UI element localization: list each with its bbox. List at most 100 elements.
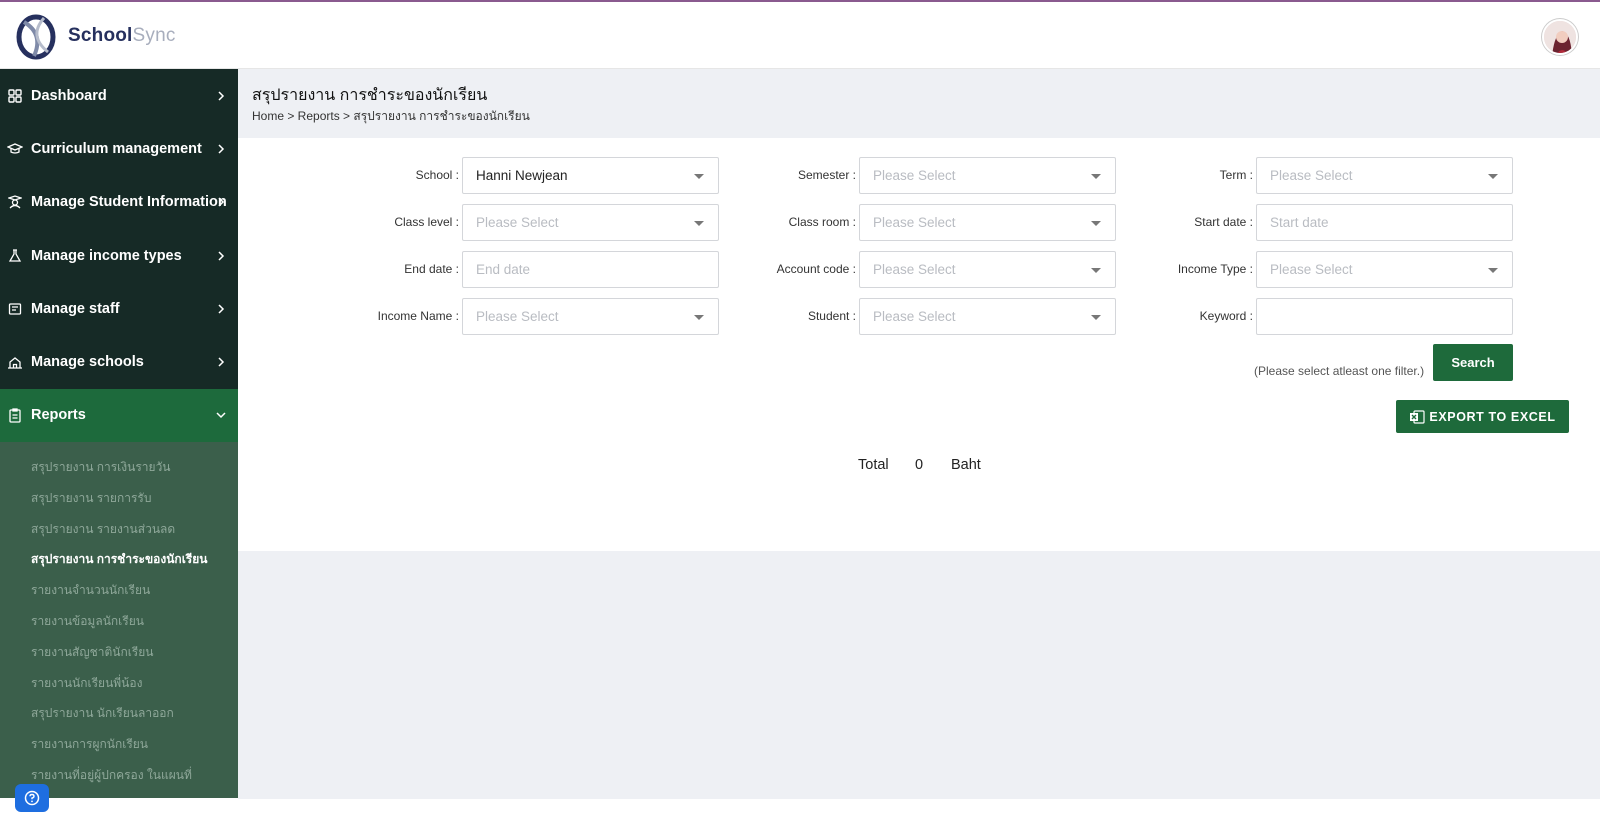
dropdown-caret-icon xyxy=(1091,268,1101,273)
sidebar-item-label: Manage Student Information xyxy=(31,194,227,211)
filter-hint: (Please select atleast one filter.) xyxy=(1254,364,1425,378)
chevron-right-icon xyxy=(218,144,225,154)
report-link-discounts[interactable]: สรุปรายงาน รายงานส่วนลด xyxy=(0,514,238,545)
report-link-student-nationality[interactable]: รายงานสัญชาตินักเรียน xyxy=(0,637,238,668)
semester-placeholder: Please Select xyxy=(873,168,956,183)
keyword-label: Keyword : xyxy=(1199,309,1253,323)
help-button[interactable] xyxy=(15,784,49,812)
end-date-input[interactable]: End date xyxy=(462,251,719,288)
sidebar-item-label: Reports xyxy=(31,407,86,424)
dropdown-caret-icon xyxy=(1488,174,1498,179)
report-link-student-payments[interactable]: สรุปรายงาน การชำระของนักเรียน xyxy=(0,544,238,575)
sidebar-item-dashboard[interactable]: Dashboard xyxy=(0,69,238,122)
income-type-select[interactable]: Please Select xyxy=(1256,251,1513,288)
report-link-daily-finance[interactable]: สรุปรายงาน การเงินรายวัน xyxy=(0,452,238,483)
flask-icon xyxy=(7,248,23,264)
school-building-icon xyxy=(7,354,23,370)
sidebar-item-label: Manage schools xyxy=(31,354,144,371)
dropdown-caret-icon xyxy=(1091,174,1101,179)
app-name-accent: Sync xyxy=(132,25,176,46)
class-room-select[interactable]: Please Select xyxy=(859,204,1116,241)
sidebar-item-student-info[interactable]: Manage Student Information xyxy=(0,176,238,229)
sidebar-item-label: Curriculum management xyxy=(31,140,202,157)
total-currency: Baht xyxy=(951,457,981,473)
app-name-main: School xyxy=(68,25,133,46)
income-type-label: Income Type : xyxy=(1177,262,1253,276)
sidebar-item-label: Dashboard xyxy=(31,87,107,104)
schoolsync-logo-icon xyxy=(14,12,58,60)
class-level-select[interactable]: Please Select xyxy=(462,204,719,241)
chevron-right-icon xyxy=(218,304,225,314)
dropdown-caret-icon xyxy=(1091,221,1101,226)
student-label: Student : xyxy=(807,309,856,323)
school-select-value: Hanni Newjean xyxy=(476,168,568,183)
excel-icon xyxy=(1410,409,1426,424)
sidebar-item-curriculum[interactable]: Curriculum management xyxy=(0,122,238,175)
filter-panel xyxy=(238,138,1600,551)
report-link-student-count[interactable]: รายงานจำนวนนักเรียน xyxy=(0,575,238,606)
report-link-siblings[interactable]: รายงานนักเรียนพี่น้อง xyxy=(0,668,238,699)
total-value: 0 xyxy=(915,457,924,473)
term-placeholder: Please Select xyxy=(1270,168,1353,183)
term-label: Term : xyxy=(1219,168,1253,182)
sidebar-item-income-types[interactable]: Manage income types xyxy=(0,229,238,282)
income-type-placeholder: Please Select xyxy=(1270,262,1353,277)
sidebar-item-reports[interactable]: Reports xyxy=(0,388,238,443)
end-date-label: End date : xyxy=(404,262,459,276)
user-avatar[interactable] xyxy=(1542,19,1578,55)
chevron-right-icon xyxy=(218,251,225,261)
term-select[interactable]: Please Select xyxy=(1256,157,1513,194)
search-button[interactable]: Search xyxy=(1433,344,1513,381)
top-bar: SchoolSync xyxy=(0,0,1600,69)
school-label: School : xyxy=(415,168,459,182)
start-date-placeholder: Start date xyxy=(1270,215,1329,230)
help-question-icon xyxy=(24,790,40,806)
start-date-label: Start date : xyxy=(1194,215,1253,229)
chevron-right-icon xyxy=(218,357,225,367)
student-select[interactable]: Please Select xyxy=(859,298,1116,335)
graduation-cap-icon xyxy=(7,141,23,157)
dropdown-caret-icon xyxy=(1488,268,1498,273)
school-select[interactable]: Hanni Newjean xyxy=(462,157,719,194)
class-room-placeholder: Please Select xyxy=(873,215,956,230)
chevron-down-icon xyxy=(216,412,226,419)
report-link-receipts[interactable]: สรุปรายงาน รายการรับ xyxy=(0,483,238,514)
content-background xyxy=(238,551,1600,799)
income-name-label: Income Name : xyxy=(377,309,459,323)
start-date-input[interactable]: Start date xyxy=(1256,204,1513,241)
dropdown-caret-icon xyxy=(1091,315,1101,320)
dropdown-caret-icon xyxy=(694,174,704,179)
dashboard-grid-icon xyxy=(7,88,23,104)
export-excel-label: EXPORT TO EXCEL xyxy=(1429,409,1556,424)
class-room-label: Class room : xyxy=(788,215,856,229)
income-name-placeholder: Please Select xyxy=(476,309,559,324)
breadcrumb: Home > Reports > สรุปรายงาน การชำระของนั… xyxy=(252,109,530,123)
dropdown-caret-icon xyxy=(694,315,704,320)
sidebar-item-staff[interactable]: Manage staff xyxy=(0,282,238,335)
class-level-label: Class level : xyxy=(394,215,459,229)
student-icon xyxy=(7,194,23,210)
page-header: สรุปรายงาน การชำระของนักเรียน Home > Rep… xyxy=(238,69,1600,138)
sidebar-item-schools[interactable]: Manage schools xyxy=(0,335,238,388)
semester-label: Semester : xyxy=(797,168,856,182)
sidebar-item-label: Manage income types xyxy=(31,247,182,264)
income-name-select[interactable]: Please Select xyxy=(462,298,719,335)
sidebar: Dashboard Curriculum management Manage S… xyxy=(0,69,238,798)
dropdown-caret-icon xyxy=(694,221,704,226)
total-label: Total xyxy=(858,457,889,473)
class-level-placeholder: Please Select xyxy=(476,215,559,230)
sidebar-item-label: Manage staff xyxy=(31,300,120,317)
account-code-placeholder: Please Select xyxy=(873,262,956,277)
bottom-strip xyxy=(238,799,1600,829)
export-excel-button[interactable]: EXPORT TO EXCEL xyxy=(1396,400,1569,433)
account-code-select[interactable]: Please Select xyxy=(859,251,1116,288)
semester-select[interactable]: Please Select xyxy=(859,157,1116,194)
report-link-resigned-students[interactable]: สรุปรายงาน นักเรียนลาออก xyxy=(0,698,238,729)
report-link-student-data[interactable]: รายงานข้อมูลนักเรียน xyxy=(0,606,238,637)
report-link-student-linking[interactable]: รายงานการผูกนักเรียน xyxy=(0,729,238,760)
app-logo[interactable]: SchoolSync xyxy=(14,12,176,60)
app-name: SchoolSync xyxy=(68,25,176,47)
staff-icon xyxy=(7,301,23,317)
end-date-placeholder: End date xyxy=(476,262,531,277)
keyword-input[interactable] xyxy=(1256,298,1513,335)
